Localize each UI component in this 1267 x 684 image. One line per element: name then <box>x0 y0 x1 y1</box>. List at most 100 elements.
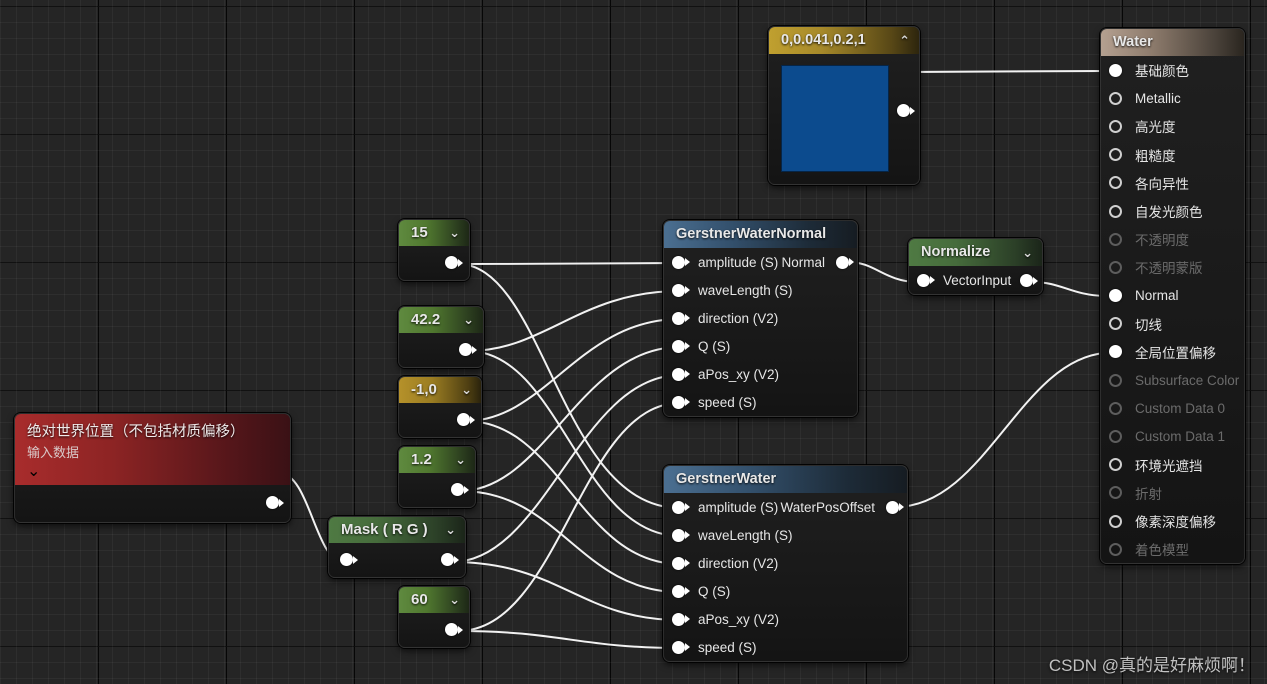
pin-dot[interactable] <box>917 273 930 287</box>
node-normalize[interactable]: Normalize ⌄ VectorInput <box>908 238 1043 295</box>
node-title: Water <box>1101 29 1244 56</box>
pin-label: waveLength (S) <box>698 527 793 543</box>
pin-label: Q (S) <box>698 583 731 599</box>
pin-label: 自发光颜色 <box>1135 205 1203 221</box>
chevron-down-icon[interactable]: ⌄ <box>449 225 460 241</box>
pin-dot[interactable] <box>1109 289 1122 303</box>
pin-wavelength[interactable]: waveLength (S) <box>664 521 907 549</box>
output-pin[interactable] <box>445 623 458 636</box>
pin-dot[interactable] <box>836 255 849 269</box>
pin-subsurface-color: Subsurface Color <box>1101 366 1244 394</box>
watermark-text: CSDN @真的是好麻烦啊！ <box>1048 656 1255 675</box>
pin-dot[interactable] <box>672 584 685 598</box>
pin-dot[interactable] <box>1109 514 1122 528</box>
pin-normal[interactable]: Normal <box>1101 282 1244 310</box>
pin-dot[interactable] <box>672 311 685 325</box>
pin-label: 环境光遮挡 <box>1135 458 1203 474</box>
pin-q[interactable]: Q (S) <box>664 577 907 605</box>
pin-label: 基础颜色 <box>1135 64 1189 80</box>
pin-dot[interactable] <box>1109 345 1122 359</box>
pin-anisotropy[interactable]: 各向异性 <box>1101 169 1244 197</box>
chevron-down-icon[interactable]: ⌄ <box>461 382 472 398</box>
pin-metallic[interactable]: Metallic <box>1101 84 1244 112</box>
pin-specular[interactable]: 高光度 <box>1101 112 1244 140</box>
pin-speed[interactable]: speed (S) <box>664 633 907 661</box>
output-pin-waterposoffset[interactable]: WaterPosOffset <box>780 493 899 521</box>
pin-dot[interactable] <box>1109 317 1122 331</box>
node-constant2vector-minus1-0[interactable]: -1,0 ⌄ <box>398 376 482 438</box>
pin-label: 粗糙度 <box>1135 148 1176 164</box>
input-pin[interactable] <box>340 553 353 566</box>
output-pin[interactable] <box>451 483 464 496</box>
node-constant-60[interactable]: 60 ⌄ <box>398 586 470 648</box>
connection-wires-layer <box>278 70 1106 649</box>
pin-pixel-depth-offset[interactable]: 像素深度偏移 <box>1101 507 1244 535</box>
pin-dot[interactable] <box>672 255 685 269</box>
pin-dot[interactable] <box>672 339 685 353</box>
pin-dot[interactable] <box>1109 119 1122 133</box>
pin-wavelength[interactable]: waveLength (S) <box>664 276 857 304</box>
output-pin[interactable] <box>457 413 470 426</box>
pin-dot[interactable] <box>672 556 685 570</box>
chevron-down-icon[interactable]: ⌄ <box>27 463 40 480</box>
pin-tangent[interactable]: 切线 <box>1101 310 1244 338</box>
pin-apos-xy[interactable]: aPos_xy (V2) <box>664 605 907 633</box>
color-swatch[interactable] <box>781 65 889 172</box>
pin-dot[interactable] <box>1109 63 1122 77</box>
pin-label: 不透明蒙版 <box>1135 261 1203 277</box>
pin-dot[interactable] <box>1109 458 1122 472</box>
output-pin[interactable] <box>266 496 279 509</box>
pin-dot[interactable] <box>672 528 685 542</box>
pin-dot[interactable] <box>1109 176 1122 190</box>
chevron-down-icon[interactable]: ⌄ <box>1022 245 1033 261</box>
chevron-down-icon[interactable]: ⌄ <box>445 522 456 538</box>
material-graph-canvas[interactable]: 0,0.041,0.2,1 ⌃ Water 基础颜色 Metallic 高光度 … <box>0 0 1267 684</box>
pin-speed[interactable]: speed (S) <box>664 388 857 416</box>
node-constant-42-2[interactable]: 42.2 ⌄ <box>398 306 484 368</box>
pin-apos-xy[interactable]: aPos_xy (V2) <box>664 360 857 388</box>
output-pin[interactable] <box>1020 274 1033 287</box>
node-constant-15[interactable]: 15 ⌄ <box>398 219 470 281</box>
pin-opacity: 不透明度 <box>1101 225 1244 253</box>
pin-dot[interactable] <box>672 640 685 654</box>
pin-opacity-mask: 不透明蒙版 <box>1101 253 1244 281</box>
output-pin[interactable] <box>897 104 910 117</box>
node-component-mask-rg[interactable]: Mask ( R G ) ⌄ <box>328 516 466 578</box>
node-absolute-world-position[interactable]: 绝对世界位置（不包括材质偏移） 输入数据 ⌄ <box>14 413 291 523</box>
node-title: -1,0 ⌄ <box>399 377 481 403</box>
output-pin-normal[interactable]: Normal <box>781 248 849 276</box>
pin-label: amplitude (S) <box>698 499 779 515</box>
pin-dot <box>1109 401 1122 415</box>
node-gerstner-water[interactable]: GerstnerWater amplitude (S) waveLength (… <box>663 465 908 662</box>
output-pin[interactable] <box>441 553 454 566</box>
pin-dot <box>1109 486 1122 500</box>
chevron-down-icon[interactable]: ⌄ <box>449 592 460 608</box>
node-water-material-output[interactable]: Water 基础颜色 Metallic 高光度 粗糙度 各向异性 自发光颜色 不… <box>1100 28 1245 565</box>
pin-dot[interactable] <box>1109 148 1122 162</box>
pin-emissive-color[interactable]: 自发光颜色 <box>1101 197 1244 225</box>
node-constant-1-2[interactable]: 1.2 ⌄ <box>398 446 476 508</box>
pin-dot[interactable] <box>672 395 685 409</box>
pin-base-color[interactable]: 基础颜色 <box>1101 56 1244 84</box>
output-pin[interactable] <box>445 256 458 269</box>
output-pin[interactable] <box>459 343 472 356</box>
pin-q[interactable]: Q (S) <box>664 332 857 360</box>
chevron-down-icon[interactable]: ⌄ <box>455 452 466 468</box>
pin-roughness[interactable]: 粗糙度 <box>1101 141 1244 169</box>
pin-world-position-offset[interactable]: 全局位置偏移 <box>1101 338 1244 366</box>
node-gerstner-water-normal[interactable]: GerstnerWaterNormal amplitude (S) waveLe… <box>663 220 858 417</box>
chevron-up-icon[interactable]: ⌃ <box>899 33 910 49</box>
pin-dot[interactable] <box>886 500 899 514</box>
pin-dot[interactable] <box>672 367 685 381</box>
pin-dot[interactable] <box>672 283 685 297</box>
pin-dot[interactable] <box>1109 91 1122 105</box>
pin-shading-model: 着色模型 <box>1101 535 1244 563</box>
pin-dot[interactable] <box>672 500 685 514</box>
pin-dot[interactable] <box>672 612 685 626</box>
chevron-down-icon[interactable]: ⌄ <box>463 312 474 328</box>
pin-direction[interactable]: direction (V2) <box>664 304 857 332</box>
pin-ambient-occlusion[interactable]: 环境光遮挡 <box>1101 451 1244 479</box>
node-constant4vector[interactable]: 0,0.041,0.2,1 ⌃ <box>768 26 920 185</box>
pin-dot[interactable] <box>1109 204 1122 218</box>
pin-direction[interactable]: direction (V2) <box>664 549 907 577</box>
